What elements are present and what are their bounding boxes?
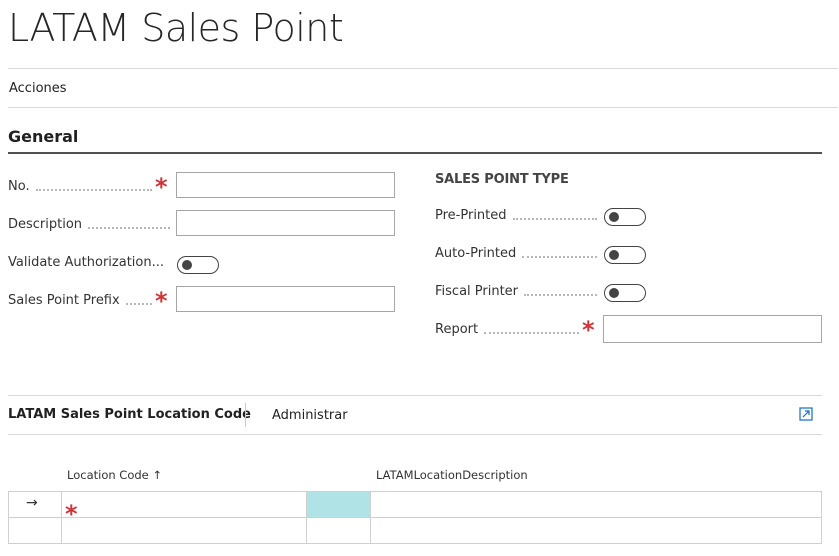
sales-point-prefix-label: Sales Point Prefix <box>8 293 158 308</box>
toggle-knob <box>609 287 619 298</box>
description-field-label: Description <box>8 217 176 232</box>
actions-menu[interactable]: Acciones <box>9 81 67 96</box>
pre-printed-label-text: Pre-Printed <box>435 208 507 223</box>
description-cell[interactable] <box>371 518 821 543</box>
toggle-knob <box>609 211 619 222</box>
location-code-column-header[interactable]: Location Code ↑ <box>67 468 162 482</box>
location-part-title: LATAM Sales Point Location Code <box>8 407 251 422</box>
report-label-text: Report <box>435 322 479 337</box>
manage-menu[interactable]: Administrar <box>272 408 348 423</box>
sales-point-prefix-input[interactable] <box>176 286 395 312</box>
grid-line <box>8 543 822 544</box>
report-input[interactable] <box>603 315 822 343</box>
sales-point-prefix-label-text: Sales Point Prefix <box>8 293 120 308</box>
actions-divider <box>8 107 838 108</box>
validate-authorization-toggle[interactable] <box>177 256 219 274</box>
pre-printed-toggle[interactable] <box>604 208 646 226</box>
toggle-knob <box>182 259 192 270</box>
fiscal-printer-label: Fiscal Printer <box>435 284 603 299</box>
page-title: LATAM Sales Point <box>8 6 344 50</box>
auto-printed-label-text: Auto-Printed <box>435 246 517 261</box>
sales-point-type-heading: SALES POINT TYPE <box>435 172 569 187</box>
toggle-knob <box>609 249 619 260</box>
grid-line <box>821 491 822 544</box>
no-input[interactable] <box>176 172 395 198</box>
location-code-cell[interactable] <box>62 518 306 543</box>
description-column-header[interactable]: LATAMLocationDescription <box>376 468 528 482</box>
auto-printed-label: Auto-Printed <box>435 246 603 261</box>
selected-cell[interactable] <box>307 492 370 517</box>
no-label-text: No. <box>8 179 30 194</box>
report-label: Report <box>435 322 585 337</box>
required-indicator: * <box>155 173 168 201</box>
part-bottom-divider <box>8 434 822 435</box>
row-indicator-arrow: → <box>26 495 38 511</box>
general-section-underline <box>8 152 822 154</box>
validate-authorization-label: Validate Authorization... <box>8 255 176 270</box>
pre-printed-label: Pre-Printed <box>435 208 603 223</box>
location-code-cell[interactable] <box>62 492 306 517</box>
no-field-label: No. <box>8 179 158 194</box>
fiscal-printer-toggle[interactable] <box>604 284 646 302</box>
auto-printed-toggle[interactable] <box>604 246 646 264</box>
header-divider <box>8 68 838 69</box>
part-top-divider <box>8 395 822 396</box>
required-indicator: * <box>582 316 595 344</box>
description-cell[interactable] <box>371 492 821 517</box>
validate-authorization-label-text: Validate Authorization... <box>8 255 164 270</box>
part-action-divider <box>245 403 246 427</box>
general-section-title[interactable]: General <box>8 127 78 146</box>
description-label-text: Description <box>8 217 83 232</box>
fiscal-printer-label-text: Fiscal Printer <box>435 284 519 299</box>
expand-icon[interactable] <box>799 407 813 421</box>
grid-line <box>8 491 9 544</box>
required-indicator: * <box>155 287 168 315</box>
description-input[interactable] <box>176 210 395 236</box>
